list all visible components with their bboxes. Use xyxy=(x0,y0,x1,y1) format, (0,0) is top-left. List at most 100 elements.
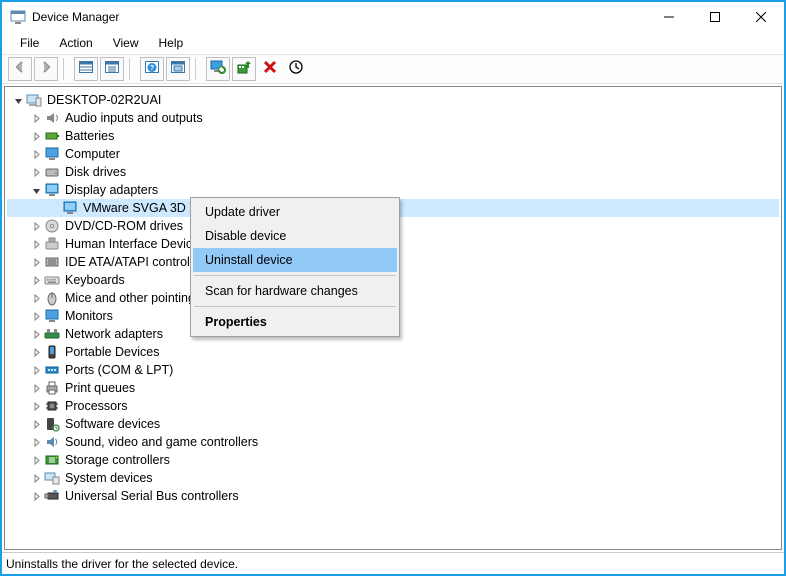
tree-node-label: Sound, video and game controllers xyxy=(63,434,260,450)
window-small-icon xyxy=(170,59,186,80)
toolbar: ? xyxy=(2,54,784,84)
expand-icon[interactable] xyxy=(29,291,43,305)
collapse-icon[interactable] xyxy=(29,183,43,197)
collapse-icon[interactable] xyxy=(11,93,25,107)
expand-icon[interactable] xyxy=(29,111,43,125)
expand-icon[interactable] xyxy=(29,255,43,269)
tree-node[interactable]: System devices xyxy=(7,469,779,487)
expand-icon[interactable] xyxy=(29,345,43,359)
tree-node[interactable]: Computer xyxy=(7,145,779,163)
svg-text:?: ? xyxy=(150,65,154,72)
tree-node[interactable]: Print queues xyxy=(7,379,779,397)
arrow-left-icon xyxy=(12,59,28,80)
tree-node[interactable]: Portable Devices xyxy=(7,343,779,361)
tree-node[interactable]: Processors xyxy=(7,397,779,415)
context-menu-item[interactable]: Uninstall device xyxy=(193,248,397,272)
toolbar-nav-back-button[interactable] xyxy=(8,57,32,81)
portable-icon xyxy=(44,344,60,360)
tree-node[interactable]: Sound, video and game controllers xyxy=(7,433,779,451)
software-icon xyxy=(44,416,60,432)
help-blue-icon: ? xyxy=(144,59,160,80)
toolbar-update-driver-button[interactable] xyxy=(206,57,230,81)
toolbar-action-1-button[interactable] xyxy=(166,57,190,81)
tree-node[interactable]: Ports (COM & LPT) xyxy=(7,361,779,379)
tree-node[interactable]: Storage controllers xyxy=(7,451,779,469)
printer-icon xyxy=(44,380,60,396)
window-title: Device Manager xyxy=(32,10,646,24)
tree-node-label: Storage controllers xyxy=(63,452,172,468)
menu-file[interactable]: File xyxy=(12,34,47,52)
storage-icon xyxy=(44,452,60,468)
toolbar-nav-forward-button[interactable] xyxy=(34,57,58,81)
expand-icon[interactable] xyxy=(29,363,43,377)
device-manager-window: Device Manager FileAction ViewHelp ? DESK… xyxy=(0,0,786,576)
expand-icon[interactable] xyxy=(29,309,43,323)
context-menu: Update driverDisable deviceUninstall dev… xyxy=(190,197,400,337)
window-controls xyxy=(646,2,784,32)
tree-node[interactable]: Software devices xyxy=(7,415,779,433)
tree-node-label: Print queues xyxy=(63,380,137,396)
device-tree-pane[interactable]: DESKTOP-02R2UAI Audio inputs and outputs B… xyxy=(4,86,782,550)
menu-view[interactable]: View xyxy=(105,34,147,52)
arrow-right-icon xyxy=(38,59,54,80)
tree-node[interactable]: Universal Serial Bus controllers xyxy=(7,487,779,505)
tree-node-label: Display adapters xyxy=(63,182,160,198)
expand-icon[interactable] xyxy=(29,417,43,431)
expand-icon[interactable] xyxy=(29,219,43,233)
titlebar: Device Manager xyxy=(2,2,784,32)
context-menu-item[interactable]: Properties xyxy=(193,310,397,334)
display-icon xyxy=(44,182,60,198)
toolbar-uninstall-button[interactable] xyxy=(258,57,282,81)
minimize-button[interactable] xyxy=(646,2,692,32)
tree-node[interactable]: Audio inputs and outputs xyxy=(7,109,779,127)
expand-icon[interactable] xyxy=(29,435,43,449)
expand-icon[interactable] xyxy=(29,129,43,143)
tree-node-label: Human Interface Devices xyxy=(63,236,207,252)
expand-icon[interactable] xyxy=(29,165,43,179)
toolbar-sep xyxy=(63,58,69,80)
tree-node-label: Batteries xyxy=(63,128,116,144)
menu-help[interactable]: Help xyxy=(151,34,192,52)
menu-action[interactable]: Action xyxy=(51,34,100,52)
expand-icon[interactable] xyxy=(29,471,43,485)
expand-icon[interactable] xyxy=(29,453,43,467)
toolbar-show-hidden-button[interactable] xyxy=(74,57,98,81)
context-menu-item[interactable]: Disable device xyxy=(193,224,397,248)
app-icon xyxy=(10,9,26,25)
expand-icon[interactable] xyxy=(29,489,43,503)
keyboard-icon xyxy=(44,272,60,288)
tree-node-label: System devices xyxy=(63,470,155,486)
context-menu-item[interactable]: Update driver xyxy=(193,200,397,224)
context-menu-item[interactable]: Scan for hardware changes xyxy=(193,279,397,303)
tree-node-label: DESKTOP-02R2UAI xyxy=(45,92,163,108)
expand-icon[interactable] xyxy=(29,237,43,251)
expand-icon[interactable] xyxy=(29,381,43,395)
dvd-icon xyxy=(44,218,60,234)
maximize-button[interactable] xyxy=(692,2,738,32)
toolbar-help-button[interactable]: ? xyxy=(140,57,164,81)
expand-icon[interactable] xyxy=(29,273,43,287)
expand-icon[interactable] xyxy=(29,399,43,413)
expand-icon[interactable] xyxy=(29,147,43,161)
tree-node-label: Portable Devices xyxy=(63,344,162,360)
close-button[interactable] xyxy=(738,2,784,32)
expand-icon[interactable] xyxy=(29,327,43,341)
statusbar: Uninstalls the driver for the selected d… xyxy=(2,552,784,574)
computer-icon xyxy=(44,146,60,162)
circle-arrow-icon xyxy=(288,59,304,80)
tree-node[interactable]: Disk drives xyxy=(7,163,779,181)
tree-node-label: Audio inputs and outputs xyxy=(63,110,205,126)
context-menu-separator xyxy=(194,275,396,276)
tree-node[interactable]: DESKTOP-02R2UAI xyxy=(7,91,779,109)
monitor-refresh-icon xyxy=(210,59,226,80)
tree-node-label: Monitors xyxy=(63,308,115,324)
window-table-icon xyxy=(78,59,94,80)
toolbar-enable-button[interactable] xyxy=(232,57,256,81)
tree-node[interactable]: Batteries xyxy=(7,127,779,145)
display-icon xyxy=(62,200,78,216)
tree-leaf-spacer xyxy=(47,201,61,215)
toolbar-properties-button[interactable] xyxy=(100,57,124,81)
tree-node-label: Universal Serial Bus controllers xyxy=(63,488,241,504)
battery-icon xyxy=(44,128,60,144)
toolbar-scan-button[interactable] xyxy=(284,57,308,81)
